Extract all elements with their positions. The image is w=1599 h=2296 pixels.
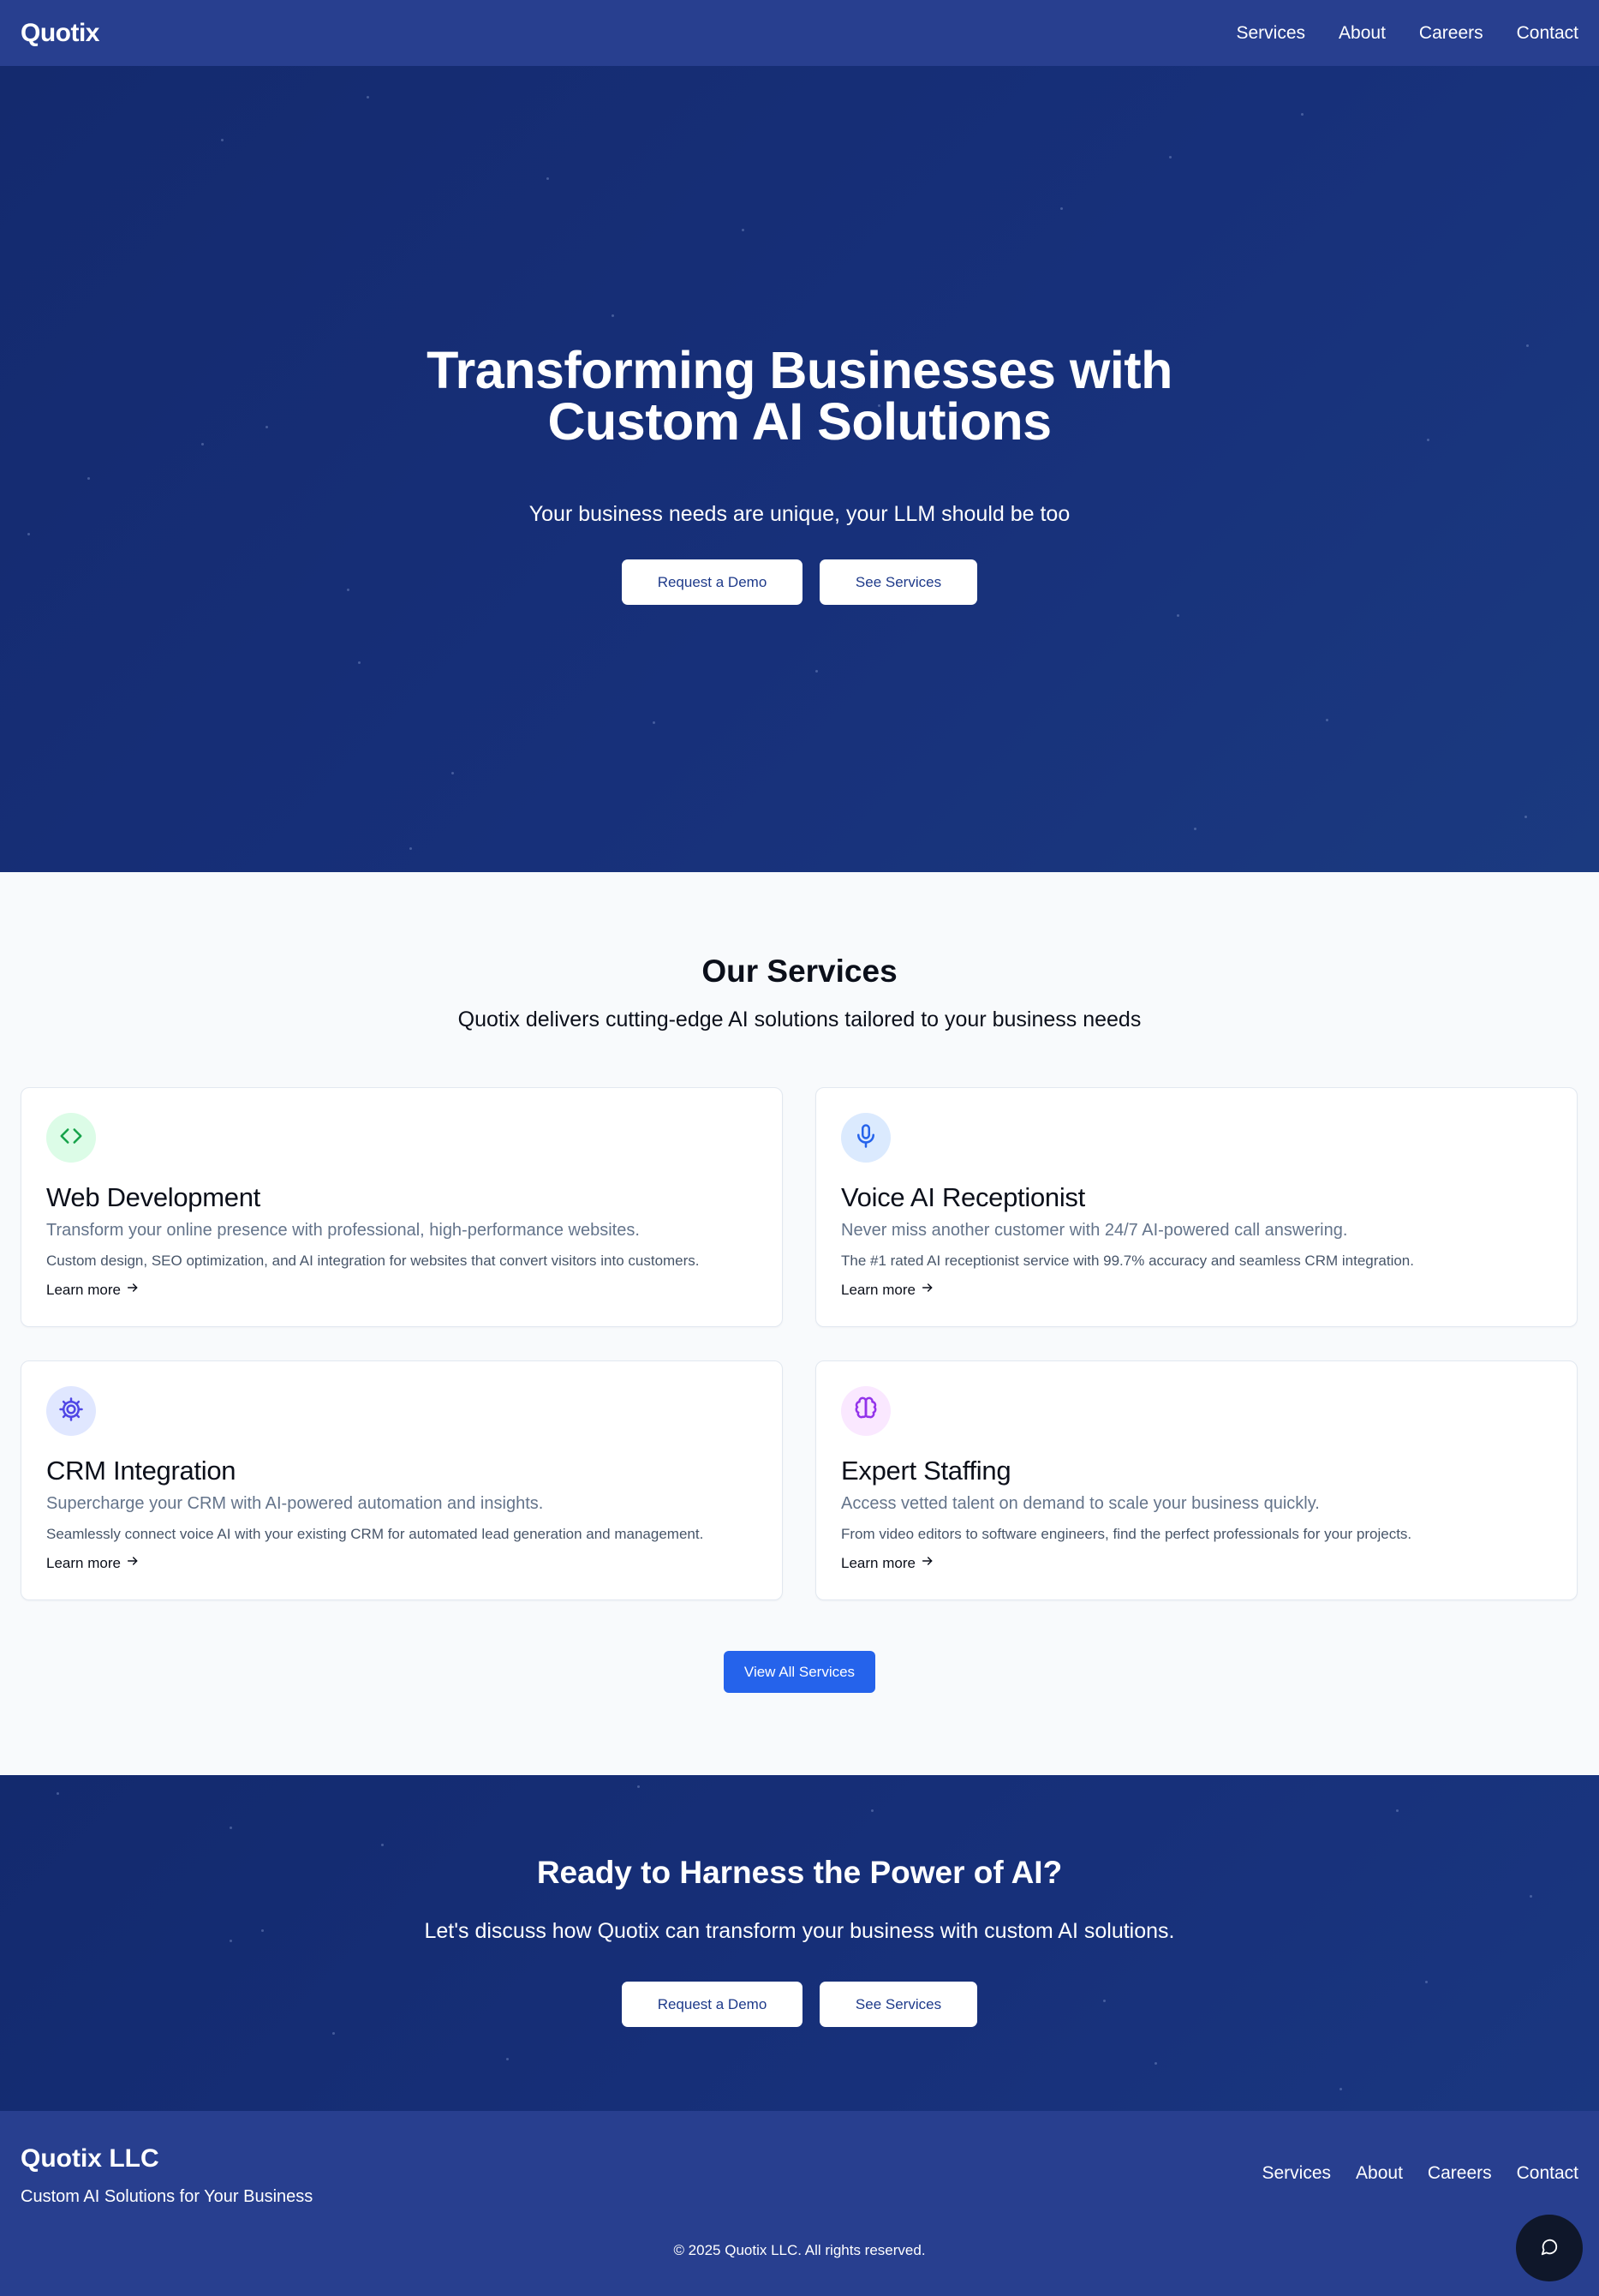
staffing-icon-badge bbox=[841, 1386, 891, 1436]
learn-more-label: Learn more bbox=[841, 1281, 916, 1298]
footer-link-careers[interactable]: Careers bbox=[1428, 2163, 1492, 2184]
nav-link-careers[interactable]: Careers bbox=[1419, 23, 1483, 44]
footer-link-contact[interactable]: Contact bbox=[1517, 2163, 1578, 2184]
footer-link-services[interactable]: Services bbox=[1262, 2163, 1332, 2184]
brand-logo[interactable]: Quotix bbox=[21, 19, 100, 48]
service-description: Seamlessly connect voice AI with your ex… bbox=[46, 1526, 704, 1542]
top-nav: Quotix Services About Careers Contact bbox=[0, 0, 1599, 66]
learn-more-label: Learn more bbox=[46, 1554, 121, 1571]
see-services-button[interactable]: See Services bbox=[820, 559, 977, 605]
microphone-icon bbox=[853, 1123, 879, 1153]
service-title: Web Development bbox=[46, 1182, 260, 1212]
footer-tagline: Custom AI Solutions for Your Business bbox=[21, 2187, 313, 2206]
service-tagline: Never miss another customer with 24/7 AI… bbox=[841, 1221, 1348, 1240]
service-description: Custom design, SEO optimization, and AI … bbox=[46, 1253, 700, 1269]
footer-links: Services About Careers Contact bbox=[1262, 2163, 1579, 2184]
chat-launcher-button[interactable] bbox=[1516, 2215, 1583, 2281]
footer-copyright: © 2025 Quotix LLC. All rights reserved. bbox=[673, 2242, 926, 2258]
arrow-right-icon bbox=[126, 1281, 140, 1299]
hero-content: Transforming Businesses with Custom AI S… bbox=[0, 344, 1599, 605]
services-section: Our Services Quotix delivers cutting-edg… bbox=[0, 872, 1599, 1775]
arrow-right-icon bbox=[126, 1554, 140, 1572]
brain-icon bbox=[853, 1396, 879, 1426]
cta-section: Ready to Harness the Power of AI? Let's … bbox=[0, 1775, 1599, 2111]
nav-link-contact[interactable]: Contact bbox=[1517, 23, 1578, 44]
service-card-crm-integration[interactable]: CRM Integration Supercharge your CRM wit… bbox=[21, 1360, 783, 1600]
arrow-right-icon bbox=[921, 1281, 934, 1299]
voice-ai-icon-badge bbox=[841, 1113, 891, 1163]
cta-buttons: Request a Demo See Services bbox=[0, 1982, 1599, 2027]
learn-more-label: Learn more bbox=[46, 1281, 121, 1298]
service-title: Expert Staffing bbox=[841, 1456, 1011, 1486]
site-footer: Quotix LLC Custom AI Solutions for Your … bbox=[0, 2111, 1599, 2296]
footer-brand: Quotix LLC bbox=[21, 2144, 159, 2173]
gear-icon bbox=[58, 1396, 84, 1426]
learn-more-link[interactable]: Learn more bbox=[841, 1554, 934, 1572]
service-description: From video editors to software engineers… bbox=[841, 1526, 1412, 1542]
service-card-expert-staffing[interactable]: Expert Staffing Access vetted talent on … bbox=[815, 1360, 1578, 1600]
hero-title-line1: Transforming Businesses with bbox=[427, 341, 1172, 399]
cta-request-demo-button[interactable]: Request a Demo bbox=[622, 1982, 802, 2027]
chat-bubble-icon bbox=[1540, 2238, 1559, 2259]
nav-link-about[interactable]: About bbox=[1339, 23, 1386, 44]
learn-more-link[interactable]: Learn more bbox=[46, 1281, 140, 1299]
nav-link-services[interactable]: Services bbox=[1237, 23, 1306, 44]
learn-more-label: Learn more bbox=[841, 1554, 916, 1571]
request-demo-button[interactable]: Request a Demo bbox=[622, 559, 802, 605]
learn-more-link[interactable]: Learn more bbox=[46, 1554, 140, 1572]
footer-link-about[interactable]: About bbox=[1356, 2163, 1403, 2184]
hero-section: Transforming Businesses with Custom AI S… bbox=[0, 66, 1599, 872]
services-heading: Our Services bbox=[701, 954, 898, 989]
crm-icon-badge bbox=[46, 1386, 96, 1436]
service-tagline: Supercharge your CRM with AI-powered aut… bbox=[46, 1494, 544, 1513]
nav-links: Services About Careers Contact bbox=[1237, 23, 1579, 44]
service-title: Voice AI Receptionist bbox=[841, 1182, 1085, 1212]
arrow-right-icon bbox=[921, 1554, 934, 1572]
services-lead: Quotix delivers cutting-edge AI solution… bbox=[457, 1007, 1142, 1031]
web-development-icon-badge bbox=[46, 1113, 96, 1163]
hero-title-line2: Custom AI Solutions bbox=[547, 392, 1052, 451]
cta-heading: Ready to Harness the Power of AI? bbox=[536, 1855, 1063, 1890]
learn-more-link[interactable]: Learn more bbox=[841, 1281, 934, 1299]
service-title: CRM Integration bbox=[46, 1456, 236, 1486]
service-card-web-development[interactable]: Web Development Transform your online pr… bbox=[21, 1087, 783, 1327]
cta-subtitle: Let's discuss how Quotix can transform y… bbox=[424, 1919, 1175, 1943]
cta-see-services-button[interactable]: See Services bbox=[820, 1982, 977, 2027]
service-description: The #1 rated AI receptionist service wit… bbox=[841, 1253, 1414, 1269]
service-card-voice-ai-receptionist[interactable]: Voice AI Receptionist Never miss another… bbox=[815, 1087, 1578, 1327]
view-all-services-button[interactable]: View All Services bbox=[724, 1651, 875, 1693]
hero-subtitle: Your business needs are unique, your LLM… bbox=[528, 502, 1071, 526]
service-tagline: Transform your online presence with prof… bbox=[46, 1221, 640, 1240]
hero-buttons: Request a Demo See Services bbox=[0, 559, 1599, 605]
hero-title: Transforming Businesses with Custom AI S… bbox=[0, 341, 1599, 448]
code-icon bbox=[58, 1123, 84, 1153]
service-tagline: Access vetted talent on demand to scale … bbox=[841, 1494, 1320, 1513]
